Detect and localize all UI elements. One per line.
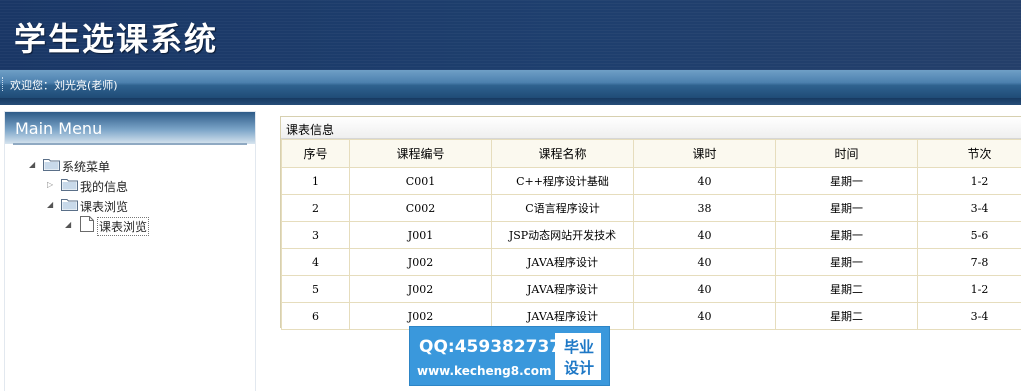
table-cell: C++程序设计基础 (491, 167, 634, 195)
app-header: 学生选课系统 (0, 0, 1021, 70)
schedule-panel: 课表信息 序号 课程编号 课程名称 课时 时间 节次 1 C001 C++程序设… (280, 116, 1021, 330)
tree-label-root: 系统菜单 (62, 160, 111, 174)
watermark-url: www.kecheng8.com (417, 364, 552, 378)
table-row: 1 C001 C++程序设计基础 40 星期一 1-2 (281, 167, 1021, 195)
table-cell: 2 (281, 194, 350, 222)
welcome-bar: 欢迎您：刘光亮(老师) (0, 70, 1021, 98)
tree-node-my-info[interactable]: ▷ 我的信息 (47, 176, 187, 194)
table-cell: 40 (633, 221, 776, 249)
table-header-row: 序号 课程编号 课程名称 课时 时间 节次 (281, 139, 1021, 168)
table-cell: 40 (633, 167, 776, 195)
folder-icon (61, 179, 78, 191)
table-cell: 4 (281, 248, 350, 276)
table-cell: 7-8 (917, 248, 1021, 276)
tree-node-browse-item[interactable]: ◢ 课表浏览 (65, 216, 205, 236)
column-header: 时间 (775, 139, 918, 168)
table-cell: JAVA程序设计 (491, 275, 634, 303)
table-cell: 5-6 (917, 221, 1021, 249)
table-cell: 40 (633, 302, 776, 330)
course-table: 序号 课程编号 课程名称 课时 时间 节次 1 C001 C++程序设计基础 4… (281, 139, 1021, 330)
app-title: 学生选课系统 (14, 20, 219, 58)
tree-expanded-icon[interactable]: ◢ (29, 160, 35, 169)
table-cell: 1-2 (917, 167, 1021, 195)
table-cell: 星期一 (775, 221, 918, 249)
panel-title-bar: 课表信息 (281, 117, 1021, 139)
sidebar-divider (13, 143, 247, 145)
table-row: 5 J002 JAVA程序设计 40 星期二 1-2 (281, 275, 1021, 303)
table-cell: 星期一 (775, 248, 918, 276)
table-cell: 6 (281, 302, 350, 330)
table-cell: 星期一 (775, 194, 918, 222)
welcome-bar-marker (2, 77, 5, 91)
sidebar: Main Menu ◢ 系统菜单 ▷ 我的信息 ◢ 课表浏览 ◢ 课表浏览 (4, 111, 256, 391)
folder-icon (43, 159, 60, 171)
column-header: 节次 (917, 139, 1021, 168)
table-cell: 3-4 (917, 302, 1021, 330)
table-cell: C语言程序设计 (491, 194, 634, 222)
table-cell: 3 (281, 221, 350, 249)
table-cell: 星期二 (775, 302, 918, 330)
table-cell: 40 (633, 275, 776, 303)
tree-label-browse-item: 课表浏览 (97, 217, 150, 236)
column-header: 序号 (281, 139, 350, 168)
table-cell: J002 (349, 275, 492, 303)
folder-icon (61, 199, 78, 211)
table-row: 6 J002 JAVA程序设计 40 星期二 3-4 (281, 302, 1021, 330)
table-row: 3 J001 JSP动态网站开发技术 40 星期一 5-6 (281, 221, 1021, 249)
tree-label-browse-group: 课表浏览 (80, 200, 129, 214)
column-header: 课程名称 (491, 139, 634, 168)
column-header: 课程编号 (349, 139, 492, 168)
table-cell: 3-4 (917, 194, 1021, 222)
tree-expanded-icon[interactable]: ◢ (65, 220, 71, 229)
table-cell: JAVA程序设计 (491, 248, 634, 276)
watermark-qq: QQ:459382737 (419, 337, 562, 357)
column-header: 课时 (633, 139, 776, 168)
watermark-badge-line2: 设计 (563, 359, 594, 377)
table-cell: J002 (349, 248, 492, 276)
tree-node-browse-group[interactable]: ◢ 课表浏览 (47, 196, 187, 214)
tree-collapsed-icon[interactable]: ▷ (47, 180, 53, 189)
page-icon (80, 216, 94, 232)
table-row: 4 J002 JAVA程序设计 40 星期一 7-8 (281, 248, 1021, 276)
table-cell: C001 (349, 167, 492, 195)
table-cell: 星期二 (775, 275, 918, 303)
table-cell: J001 (349, 221, 492, 249)
tree-label-my-info: 我的信息 (80, 180, 129, 194)
watermark-badge-line1: 毕业 (563, 338, 594, 356)
table-row: 2 C002 C语言程序设计 38 星期一 3-4 (281, 194, 1021, 222)
watermark-banner: QQ:459382737 www.kecheng8.com 毕业 设计 (409, 326, 610, 386)
header-divider-bar (0, 98, 1021, 105)
table-cell: 星期一 (775, 167, 918, 195)
panel-title: 课表信息 (286, 123, 335, 137)
watermark-badge: 毕业 设计 (555, 333, 601, 380)
welcome-text: 欢迎您：刘光亮(老师) (10, 79, 118, 92)
tree-expanded-icon[interactable]: ◢ (47, 200, 53, 209)
sidebar-title: Main Menu (15, 119, 103, 138)
table-cell: 40 (633, 248, 776, 276)
table-cell: 38 (633, 194, 776, 222)
table-cell: C002 (349, 194, 492, 222)
table-cell: 1-2 (917, 275, 1021, 303)
table-cell: JSP动态网站开发技术 (491, 221, 634, 249)
tree-node-root[interactable]: ◢ 系统菜单 (29, 156, 169, 174)
table-cell: 5 (281, 275, 350, 303)
sidebar-header: Main Menu (5, 112, 255, 144)
table-cell: 1 (281, 167, 350, 195)
